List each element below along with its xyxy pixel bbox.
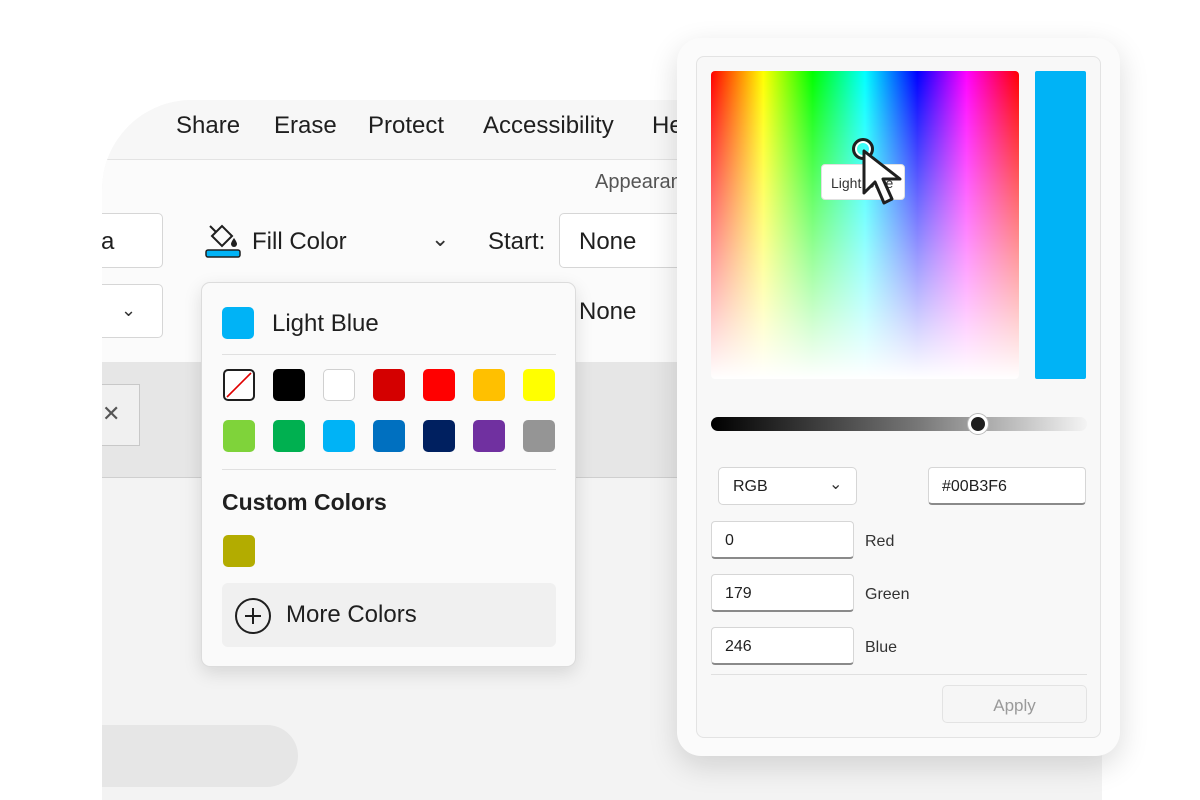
group-label-appearance: Appearan [595,171,682,193]
chevron-down-icon: ⌄ [121,300,137,320]
chevron-down-icon[interactable]: ⌄ [431,226,449,252]
swatch-blue[interactable] [373,420,405,452]
mouse-pointer-icon [862,149,902,205]
end-arrow-dropdown[interactable]: None [559,284,689,338]
red-label: Red [865,533,895,550]
swatch-orange[interactable] [473,369,505,401]
swatch-yellow[interactable] [523,369,555,401]
swatch-none[interactable] [223,369,255,401]
start-arrow-dropdown[interactable]: None [559,213,689,268]
menu-share[interactable]: Share [176,112,240,140]
hex-value: #00B3F6 [942,478,1007,495]
brightness-slider-knob[interactable] [967,414,988,434]
color-picker-panel: Light Blue RGB ⌄ #00B3F6 0 Red 179 Green… [677,38,1120,756]
apply-button[interactable]: Apply [942,685,1087,723]
swatch-purple[interactable] [473,420,505,452]
swatch-light-green[interactable] [223,420,255,452]
divider [222,354,556,355]
close-icon[interactable]: ✕ [102,401,120,427]
size-dropdown[interactable]: ⌄ [102,284,163,338]
red-value: 0 [725,532,734,549]
green-value: 179 [725,585,752,602]
start-value: None [579,228,637,255]
divider [222,469,556,470]
menu-protect[interactable]: Protect [368,112,444,140]
swatch-green[interactable] [273,420,305,452]
start-label: Start: [488,228,546,255]
swatch-light-blue[interactable] [323,420,355,452]
font-field-value: a [102,228,115,255]
chevron-down-icon: ⌄ [829,476,843,493]
green-input[interactable]: 179 [711,574,854,612]
custom-swatch-olive[interactable] [223,535,255,567]
blue-input[interactable]: 246 [711,627,854,665]
end-value: None [579,298,637,325]
fill-color-button[interactable]: Fill Color ⌄ [202,216,457,266]
selected-color-label: Light Blue [272,310,379,337]
document-tab[interactable]: ✕ [102,384,140,446]
color-preview [1035,71,1086,379]
red-input[interactable]: 0 [711,521,854,559]
status-pill [102,725,298,787]
swatch-dark-blue[interactable] [423,420,455,452]
color-model-select[interactable]: RGB ⌄ [718,467,857,505]
menu-accessibility[interactable]: Accessibility [483,112,614,140]
swatch-red[interactable] [423,369,455,401]
swatch-black[interactable] [273,369,305,401]
divider [711,674,1087,675]
swatch-white[interactable] [323,369,355,401]
brightness-slider[interactable] [711,414,1087,434]
font-field[interactable]: a [102,213,163,268]
swatch-gray[interactable] [523,420,555,452]
menu-erase[interactable]: Erase [274,112,337,140]
paint-bucket-icon [205,224,241,258]
hex-input[interactable]: #00B3F6 [928,467,1086,505]
more-colors-label: More Colors [286,601,417,628]
more-colors-button[interactable]: More Colors [222,583,556,647]
selected-color-row[interactable]: Light Blue [222,305,562,341]
fill-color-label: Fill Color [252,228,347,255]
color-model-value: RGB [733,478,768,495]
color-picker: Light Blue RGB ⌄ #00B3F6 0 Red 179 Green… [696,56,1101,738]
green-label: Green [865,586,910,603]
add-circle-icon [235,598,271,634]
color-spectrum[interactable] [711,71,1019,379]
selected-color-swatch [222,307,254,339]
blue-value: 246 [725,638,752,655]
blue-label: Blue [865,639,898,656]
fill-color-dropdown: Light Blue Custom Colors More Colors [201,282,576,667]
custom-colors-title: Custom Colors [222,489,387,515]
swatch-dark-red[interactable] [373,369,405,401]
